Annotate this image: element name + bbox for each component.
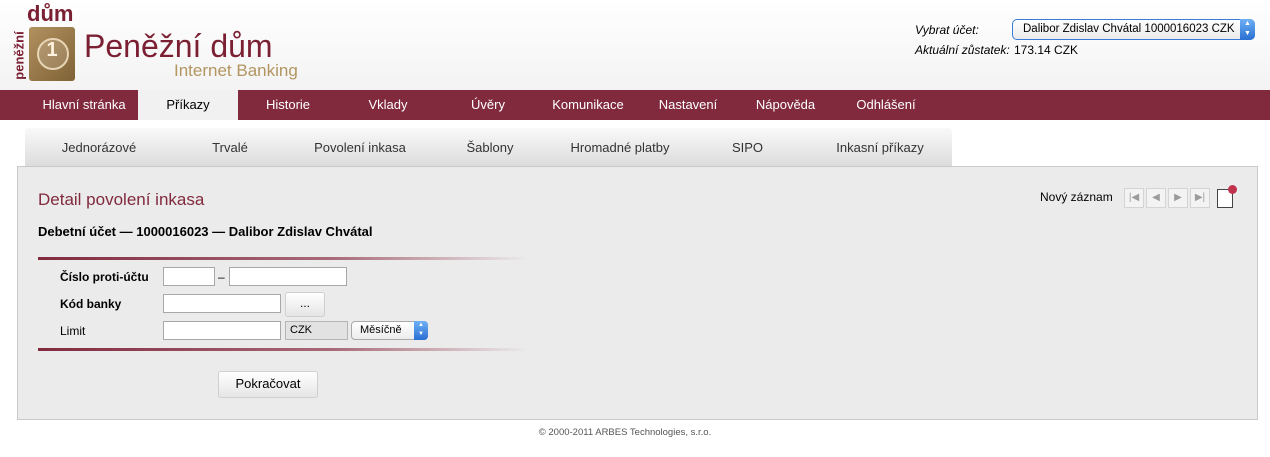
last-record-icon[interactable]: ▶| bbox=[1190, 188, 1210, 208]
bank-code-input[interactable] bbox=[163, 294, 281, 313]
main-nav-historie[interactable]: Historie bbox=[238, 90, 338, 120]
sub-nav-sablony[interactable]: Šablony bbox=[425, 128, 555, 166]
sub-nav-inkasni-prikazy[interactable]: Inkasní příkazy bbox=[810, 128, 950, 166]
new-badge-icon bbox=[1228, 185, 1237, 194]
select-arrows-icon: ▲ ▼ bbox=[414, 321, 428, 340]
account-select-value: Dalibor Zdislav Chvátal 1000016023 CZK bbox=[1023, 23, 1235, 35]
sub-nav-hromadne-platby[interactable]: Hromadné platby bbox=[555, 128, 685, 166]
main-nav-prikazy[interactable]: Příkazy bbox=[138, 90, 238, 120]
previous-record-icon[interactable]: ◀ bbox=[1146, 188, 1166, 208]
period-select-value: Měsíčně bbox=[360, 324, 402, 336]
main-nav-odhlaseni[interactable]: Odhlášení bbox=[833, 90, 939, 120]
form-bottom-divider bbox=[38, 348, 528, 351]
main-nav-home[interactable]: Hlavní stránka bbox=[33, 90, 135, 120]
bank-code-label: Kód banky bbox=[60, 297, 122, 311]
sub-nav-trvale[interactable]: Trvalé bbox=[165, 128, 295, 166]
counter-account-number-input[interactable] bbox=[229, 267, 347, 286]
new-document-icon[interactable] bbox=[1217, 185, 1237, 208]
coin-digit: 1 bbox=[46, 39, 58, 61]
balance-value: 173.14 CZK bbox=[1014, 43, 1079, 57]
limit-label: Limit bbox=[60, 324, 86, 338]
sub-nav-sipo[interactable]: SIPO bbox=[685, 128, 810, 166]
account-select[interactable]: Dalibor Zdislav Chvátal 1000016023 CZK ▲… bbox=[1012, 19, 1255, 40]
select-arrows-icon: ▲ ▼ bbox=[1240, 19, 1255, 40]
limit-input[interactable] bbox=[163, 321, 281, 340]
page-header: peněžní dům 1 Peněžní dům Internet Banki… bbox=[0, 0, 1270, 90]
first-record-icon[interactable]: |◀ bbox=[1124, 188, 1144, 208]
balance-label: Aktuální zůstatek: bbox=[915, 43, 1010, 57]
continue-button[interactable]: Pokračovat bbox=[218, 371, 318, 398]
main-nav-komunikace[interactable]: Komunikace bbox=[538, 90, 638, 120]
currency-field: CZK bbox=[285, 321, 348, 340]
brand-title: Peněžní dům bbox=[84, 28, 273, 64]
logo-vertical-text: peněžní bbox=[11, 30, 29, 82]
account-dash: – bbox=[218, 270, 225, 284]
logo-coin-icon: 1 bbox=[29, 27, 75, 81]
period-select[interactable]: Měsíčně ▲ ▼ bbox=[351, 321, 428, 340]
form-top-divider bbox=[38, 257, 528, 260]
logo-top-text: dům bbox=[27, 1, 74, 26]
main-nav-vklady[interactable]: Vklady bbox=[338, 90, 438, 120]
debit-account-heading: Debetní účet — 1000016023 — Dalibor Zdis… bbox=[38, 224, 373, 239]
sub-nav: Jednorázové Trvalé Povolení inkasa Šablo… bbox=[25, 128, 952, 166]
new-record-label: Nový záznam bbox=[1040, 190, 1113, 204]
page-title: Detail povolení inkasa bbox=[38, 190, 205, 209]
main-nav-uvery[interactable]: Úvěry bbox=[438, 90, 538, 120]
sub-nav-povoleni-inkasa[interactable]: Povolení inkasa bbox=[295, 128, 425, 166]
logo-vertical-label: peněžní bbox=[11, 31, 27, 80]
content-panel: Detail povolení inkasa Nový záznam |◀ ◀ … bbox=[17, 166, 1258, 420]
bank-lookup-button[interactable]: ... bbox=[285, 292, 325, 317]
footer-copyright: © 2000-2011 ARBES Technologies, s.r.o. bbox=[538, 427, 712, 438]
counter-account-label: Číslo proti-účtu bbox=[60, 270, 149, 284]
counter-account-prefix-input[interactable] bbox=[163, 267, 215, 286]
sub-nav-jednorazove[interactable]: Jednorázové bbox=[35, 128, 163, 166]
next-record-icon[interactable]: ▶ bbox=[1168, 188, 1188, 208]
main-nav-nastaveni[interactable]: Nastavení bbox=[638, 90, 738, 120]
main-nav-napoveda[interactable]: Nápověda bbox=[738, 90, 833, 120]
account-select-label: Vybrat účet: bbox=[915, 23, 979, 37]
main-nav: Hlavní stránka Příkazy Historie Vklady Ú… bbox=[0, 90, 1270, 120]
brand-subtitle: Internet Banking bbox=[174, 61, 298, 80]
